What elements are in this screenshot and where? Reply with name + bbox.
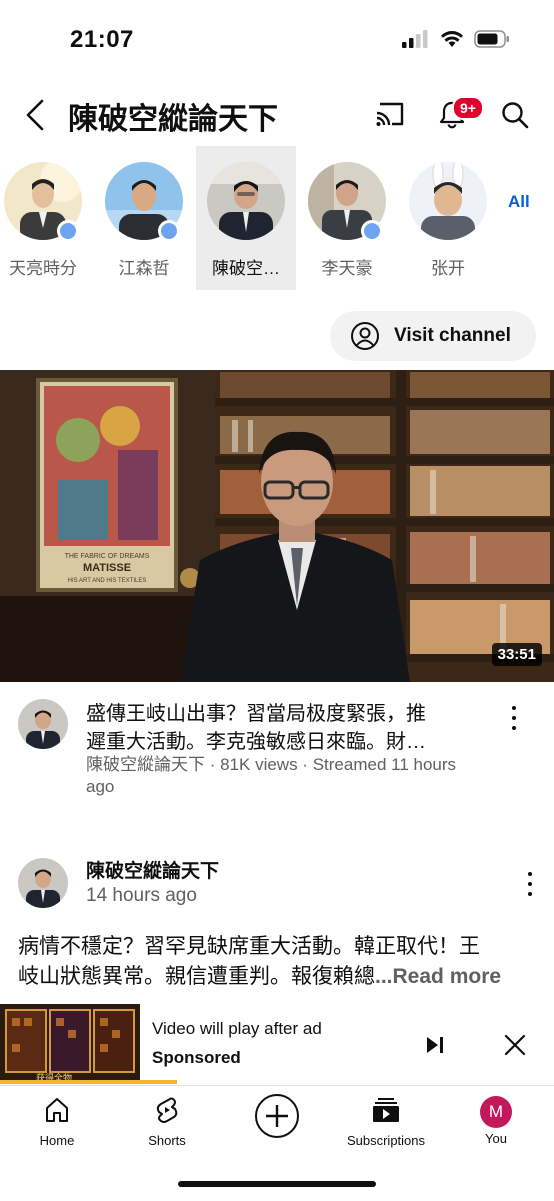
ad-thumbnail[interactable]: 获得全物 (0, 1004, 140, 1084)
post-text[interactable]: 病情不穩定？習罕見缺席重大活動。韓正取代！王 岐山狀態異常。親信遭重判。報復賴總… (18, 932, 538, 992)
cast-button[interactable] (374, 100, 406, 133)
subscriptions-icon (373, 1098, 399, 1122)
video-meta: 陳破空縱論天下 · 81K views · Streamed 11 hours … (86, 754, 506, 798)
new-content-dot (361, 220, 383, 242)
subscription-name: 李天豪 (321, 259, 373, 278)
channel-avatar[interactable] (18, 858, 68, 908)
post-text-line2: 岐山狀態異常。親信遭重判。報復賴總 (18, 965, 375, 988)
subscription-name: 天亮時分 (9, 259, 77, 278)
subscription-name: 陳破空… (212, 259, 280, 278)
wifi-icon (441, 31, 463, 47)
more-vert-icon (512, 706, 516, 710)
more-vert-icon (528, 872, 532, 876)
user-avatar-letter: M (488, 1102, 504, 1121)
nav-subscriptions[interactable]: Subscriptions (336, 1096, 436, 1148)
ad-status-text: Video will play after ad (152, 1019, 322, 1038)
status-icons (402, 30, 510, 48)
subscription-name: 张开 (431, 259, 465, 278)
subscription-item[interactable]: 江森哲 (94, 146, 194, 290)
channel-avatar (207, 162, 285, 240)
subscription-item[interactable]: 李天豪 (297, 146, 397, 290)
close-ad-button[interactable] (503, 1033, 527, 1062)
video-thumbnail[interactable]: THE FABRIC OF DREAMS MATISSE HIS ART AND… (0, 370, 554, 682)
person-icon (351, 322, 379, 350)
video-more-options-button[interactable] (504, 703, 524, 733)
nav-home-label: Home (39, 1133, 75, 1148)
subscription-item[interactable]: 天亮時分 (0, 146, 93, 290)
skip-ad-button[interactable] (424, 1034, 446, 1061)
video-duration-badge: 33:51 (491, 643, 542, 666)
post-more-options-button[interactable] (520, 869, 540, 899)
plus-circle-icon (255, 1094, 299, 1138)
poster-text-line1: THE FABRIC OF DREAMS (65, 553, 150, 560)
new-content-dot (158, 220, 180, 242)
status-time: 21:07 (70, 26, 134, 53)
home-indicator (178, 1181, 376, 1187)
user-avatar: M (480, 1096, 512, 1128)
chevron-left-icon (26, 99, 44, 131)
subscription-item-selected[interactable]: 陳破空… (196, 146, 296, 290)
channel-avatar (409, 162, 487, 240)
video-title-line2: 遲重大活動。李克強敏感日來臨。財… (86, 731, 426, 753)
post-channel-name[interactable]: 陳破空縱論天下 (86, 856, 219, 883)
read-more-link[interactable]: ...Read more (375, 965, 501, 988)
nav-subscriptions-label: Subscriptions (346, 1133, 426, 1148)
subscription-name: 江森哲 (118, 259, 170, 278)
video-meta-line1: 陳破空縱論天下 · 81K views · Streamed 11 hours (86, 755, 457, 774)
page-title: 陳破空縱論天下 (68, 103, 278, 136)
ad-sponsored-label: Sponsored (152, 1048, 241, 1067)
video-title-line1: 盛傳王岐山出事？習當局极度緊張，推 (86, 703, 426, 725)
visit-channel-label: Visit channel (394, 325, 511, 346)
cellular-signal-icon (402, 30, 428, 48)
close-icon (504, 1034, 526, 1056)
channel-avatar[interactable] (18, 699, 68, 749)
all-subscriptions-link[interactable]: All (508, 192, 530, 212)
video-meta-line2: ago (86, 777, 115, 796)
ad-progress-bar (0, 1080, 177, 1084)
post-timestamp: 14 hours ago (86, 885, 197, 906)
post-text-line1: 病情不穩定？習罕見缺席重大活動。韓正取代！王 (18, 935, 480, 958)
cast-icon (376, 102, 404, 126)
new-content-dot (57, 220, 79, 242)
battery-icon (474, 30, 509, 48)
nav-home[interactable]: Home (7, 1096, 107, 1148)
poster-text-line2: MATISSE (83, 562, 131, 574)
nav-shorts[interactable]: Shorts (117, 1096, 217, 1148)
skip-next-icon (427, 1037, 443, 1053)
search-icon (502, 102, 529, 129)
visit-channel-button[interactable]: Visit channel (330, 311, 536, 361)
shorts-icon (156, 1097, 178, 1123)
nav-shorts-label: Shorts (148, 1133, 186, 1148)
search-button[interactable] (500, 100, 530, 135)
back-button[interactable] (22, 98, 62, 132)
nav-you-label: You (485, 1131, 507, 1146)
poster-text-line3: HIS ART AND HIS TEXTILES (68, 578, 147, 584)
create-button[interactable] (227, 1092, 327, 1143)
video-title[interactable]: 盛傳王岐山出事？習當局极度緊張，推 遲重大活動。李克強敏感日來臨。財… (86, 700, 486, 756)
notification-badge: 9+ (452, 96, 484, 120)
subscription-item[interactable]: 张开 (398, 146, 498, 290)
nav-you[interactable]: M You (446, 1096, 546, 1146)
home-icon (46, 1098, 68, 1122)
